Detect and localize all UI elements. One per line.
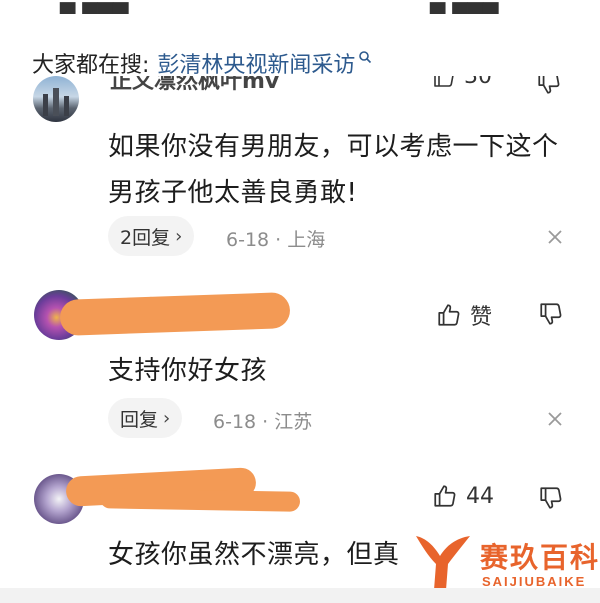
watermark-title: 赛玖百科	[480, 541, 600, 574]
chevron-right-icon: ›	[163, 407, 171, 429]
username[interactable]: 正义凛然枫叶mv	[110, 76, 310, 92]
cut-text: ▄ ▄▄▄	[430, 0, 499, 14]
replies-button[interactable]: 2回复 ›	[108, 216, 195, 256]
like-button[interactable]: 30	[432, 76, 502, 92]
thumbs-up-icon	[438, 304, 460, 326]
search-icon	[359, 51, 372, 64]
thumbs-up-icon	[434, 76, 454, 87]
dislike-button[interactable]	[536, 76, 562, 100]
comment-text: 如果你没有男朋友，可以考虑一下这个 男孩子他太善良勇敢!	[108, 132, 559, 208]
thumbs-up-icon	[434, 485, 456, 507]
comment-location: 上海	[287, 229, 326, 251]
thumbs-down-icon[interactable]	[538, 301, 564, 327]
comment-text: 女孩你虽然不漂亮，但真	[108, 540, 400, 570]
comment-text: 支持你好女孩	[108, 356, 268, 386]
chevron-right-icon: ›	[175, 225, 183, 247]
comment-location: 江苏	[274, 411, 313, 433]
search-suggestion-term[interactable]: 彭清林央视新闻采访	[157, 47, 355, 79]
comment-meta: 6-18 · 上海	[226, 229, 326, 251]
comment-meta: 6-18 · 江苏	[213, 411, 313, 433]
close-icon[interactable]	[544, 226, 566, 248]
cut-text: ▄ ▄▄▄	[60, 0, 129, 14]
watermark-subtitle: SAIJIUBAIKE	[482, 574, 587, 589]
thumbs-down-icon[interactable]	[538, 485, 564, 511]
top-cutoff: ▄ ▄▄▄ ▄ ▄▄▄	[0, 0, 600, 14]
comment-date: 6-18	[226, 229, 270, 251]
reply-button[interactable]: 回复 ›	[108, 398, 183, 438]
avatar[interactable]	[33, 76, 79, 122]
like-label: 赞	[470, 305, 493, 330]
thumbs-down-icon	[538, 76, 560, 94]
like-button[interactable]: 44	[432, 483, 494, 509]
search-suggestion-label: 大家都在搜:	[32, 53, 150, 78]
like-button[interactable]: 赞	[436, 299, 492, 331]
comment-date: 6-18	[213, 411, 257, 433]
close-icon[interactable]	[544, 408, 566, 430]
like-count: 44	[466, 483, 494, 509]
redaction-mark	[99, 488, 301, 512]
bottom-bar	[0, 588, 600, 603]
like-count: 30	[464, 76, 492, 89]
